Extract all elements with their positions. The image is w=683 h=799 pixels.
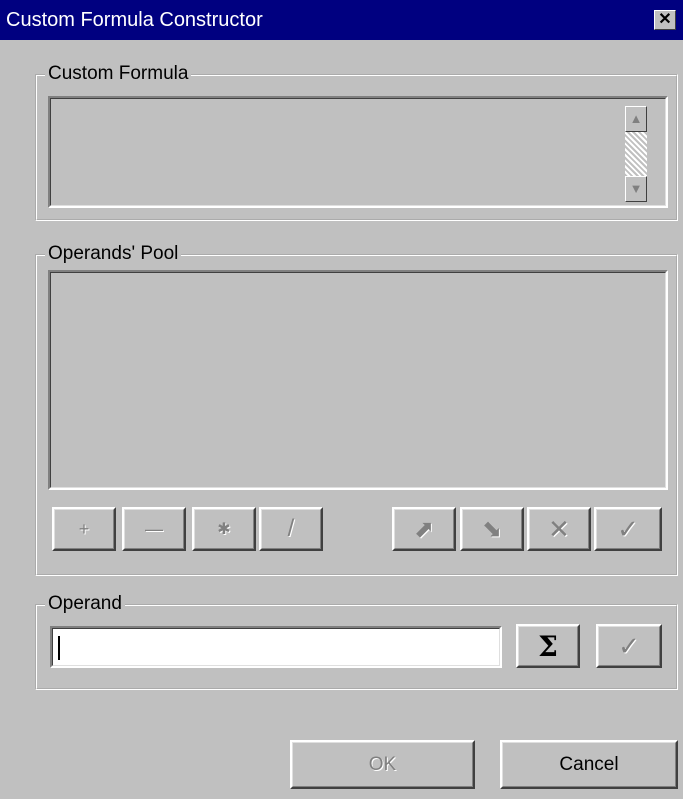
multiply-button[interactable]: ✱ [192, 507, 256, 551]
sigma-icon: Σ [538, 629, 558, 663]
sum-button[interactable]: Σ [516, 624, 580, 668]
scroll-down-button[interactable]: ▼ [625, 176, 647, 202]
plus-icon: + [78, 518, 90, 539]
title-bar: Custom Formula Constructor ✕ [0, 0, 683, 40]
delete-icon: ✕ [548, 513, 570, 544]
arrow-up-right-icon: ⬈ [413, 515, 435, 543]
move-down-button[interactable]: ⬊ [460, 507, 524, 551]
check-icon: ✓ [617, 513, 639, 544]
multiply-icon: ✱ [217, 521, 231, 538]
delete-operand-button[interactable]: ✕ [527, 507, 591, 551]
operands-pool-list[interactable] [48, 270, 668, 490]
text-caret [58, 636, 60, 660]
ok-button-label: OK [368, 753, 397, 775]
divide-button[interactable]: / [259, 507, 323, 551]
operand-input[interactable] [50, 626, 502, 668]
arrow-down-right-icon: ⬊ [481, 515, 503, 543]
operands-pool-label: Operands' Pool [45, 243, 182, 265]
close-button[interactable]: ✕ [654, 10, 676, 30]
plus-button[interactable]: + [52, 507, 116, 551]
check-icon: ✓ [618, 630, 640, 661]
minus-icon: — [145, 518, 163, 539]
scroll-up-button[interactable]: ▲ [625, 106, 647, 132]
operand-label: Operand [45, 593, 125, 615]
custom-formula-textarea[interactable]: ▲ ▼ [48, 96, 668, 208]
cancel-button-label: Cancel [559, 753, 619, 775]
scrollbar-track[interactable] [625, 132, 647, 176]
move-up-button[interactable]: ⬈ [392, 507, 456, 551]
divide-icon: / [287, 515, 295, 542]
accept-operand-value-button[interactable]: ✓ [596, 624, 662, 668]
accept-operand-button[interactable]: ✓ [594, 507, 662, 551]
window-title: Custom Formula Constructor [6, 9, 263, 31]
cancel-button[interactable]: Cancel [500, 740, 678, 789]
minus-button[interactable]: — [122, 507, 186, 551]
ok-button[interactable]: OK [290, 740, 475, 789]
custom-formula-label: Custom Formula [45, 63, 192, 85]
